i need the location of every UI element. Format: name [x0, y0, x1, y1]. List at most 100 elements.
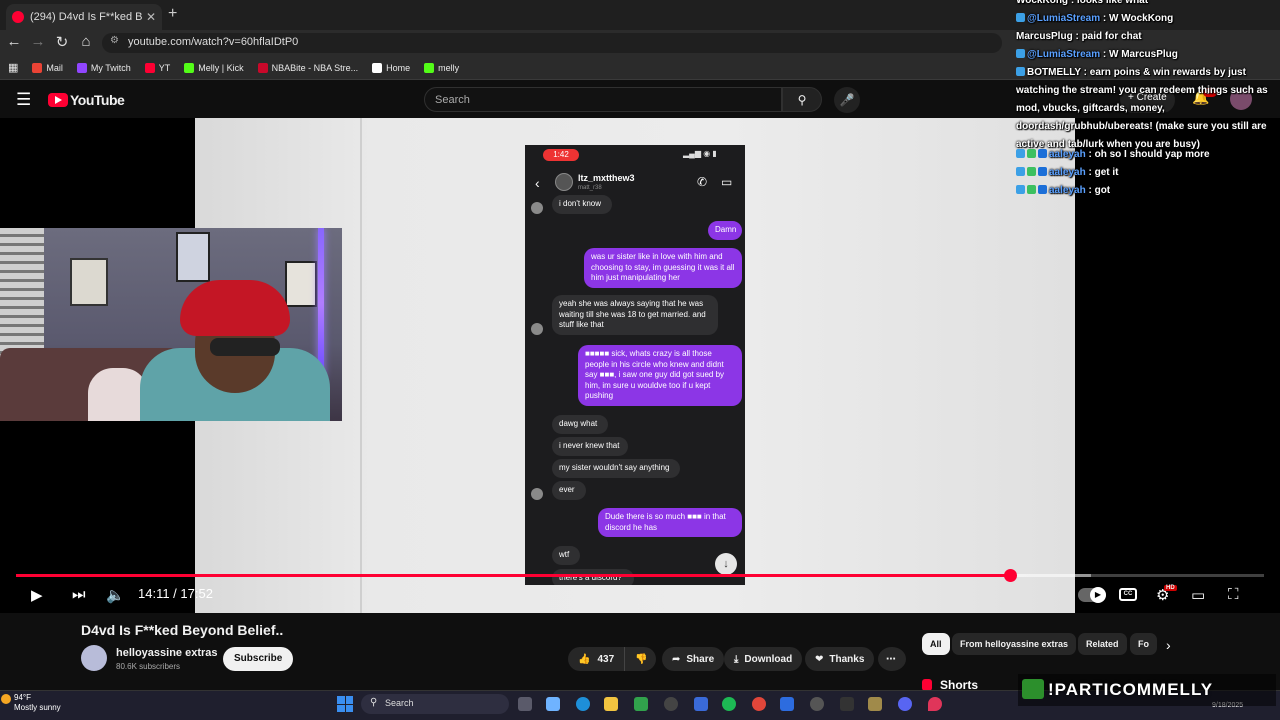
chat-badge-icon	[1027, 149, 1036, 158]
xbox-icon[interactable]	[634, 697, 648, 711]
new-tab-button[interactable]: +	[168, 5, 177, 23]
thumbs-down-icon: 👎	[635, 653, 648, 665]
copilot-icon[interactable]	[546, 697, 560, 711]
youtube-logo[interactable]: YouTube	[48, 92, 125, 108]
chat-badge-icon	[1016, 149, 1025, 158]
voice-search-button[interactable]: 🎤	[834, 87, 860, 113]
bookmark-label: YT	[158, 62, 171, 73]
bookmark-item[interactable]: Melly | Kick	[184, 62, 244, 73]
next-icon[interactable]: ⏭	[72, 586, 86, 603]
share-button[interactable]: ➦ Share	[662, 647, 725, 671]
browser-tab[interactable]: (294) D4vd Is F**ked Beyond Be ✕	[6, 4, 162, 30]
search-input[interactable]: Search	[424, 87, 782, 112]
filter-chip[interactable]: Fo	[1130, 633, 1157, 655]
received-message: dawg what	[552, 415, 608, 434]
spotify-icon[interactable]	[722, 697, 736, 711]
contact-avatar	[555, 173, 573, 191]
bookmark-item[interactable]: YT	[144, 62, 171, 73]
store-icon[interactable]	[694, 697, 708, 711]
share-label: Share	[686, 653, 715, 665]
dislike-button[interactable]: 👎	[624, 647, 656, 671]
taskbar-search[interactable]: Search	[361, 694, 509, 714]
youtube-favicon-icon	[12, 11, 24, 23]
thanks-button[interactable]: ❤ Thanks	[805, 647, 875, 671]
chat-username: @LumiaStream	[1027, 13, 1101, 24]
chat-text: : looks like what	[1068, 0, 1149, 6]
chat-text: : earn poins & win rewards by just watch…	[1016, 67, 1268, 150]
fullscreen-icon[interactable]: ⛶	[1228, 586, 1239, 603]
chat-username: aaleyah	[1049, 185, 1086, 196]
media-player-icon[interactable]	[810, 697, 824, 711]
chat-badge-icon	[1016, 49, 1025, 58]
chat-badge-icon	[1027, 167, 1036, 176]
play-icon[interactable]: ▶	[31, 586, 43, 604]
terminal-icon[interactable]	[840, 697, 854, 711]
menu-icon[interactable]: ☰	[16, 90, 31, 110]
theater-mode-icon[interactable]: ▭	[1191, 586, 1205, 604]
chat-badge-icon	[1016, 13, 1025, 22]
bookmark-label: NBABite - NBA Stre...	[271, 62, 359, 73]
chat-badge-icon	[1027, 185, 1036, 194]
chat-username: MarcusPlug	[1016, 31, 1073, 42]
file-explorer-icon[interactable]	[604, 697, 618, 711]
chevron-right-icon[interactable]: ›	[1166, 637, 1171, 653]
bookmark-item[interactable]: melly	[424, 62, 460, 73]
sent-message: ■■■■■ sick, whats crazy is all those peo…	[578, 345, 742, 406]
progress-played	[16, 574, 1011, 577]
bookmark-item[interactable]: Mail	[32, 62, 63, 73]
apps-grid-icon[interactable]: ▦	[8, 61, 18, 74]
map-pin-icon[interactable]	[928, 697, 942, 711]
bookmark-label: Melly | Kick	[198, 62, 244, 73]
task-view-icon[interactable]	[518, 697, 532, 711]
address-bar[interactable]: youtube.com/watch?v=60hflaIDtP0	[102, 33, 1002, 53]
sender-avatar	[531, 322, 543, 335]
filter-chip[interactable]: All	[922, 633, 950, 655]
channel-name[interactable]: helloyassine extras	[116, 647, 218, 659]
edge-icon[interactable]	[576, 697, 590, 711]
video-call-icon: ▭	[721, 175, 733, 189]
bookmark-favicon-icon	[372, 62, 383, 73]
download-label: Download	[744, 653, 793, 665]
bookmark-favicon-icon	[424, 62, 435, 73]
volume-icon[interactable]: 🔈	[106, 586, 125, 604]
photos-icon[interactable]	[780, 697, 794, 711]
chrome-icon[interactable]	[752, 697, 766, 711]
home-icon[interactable]: ⌂	[76, 33, 96, 50]
phone-call-icon: ✆	[697, 175, 708, 189]
autoplay-toggle[interactable]: ▶	[1078, 587, 1106, 603]
weather-widget[interactable]: 94°F Mostly sunny	[14, 693, 61, 713]
bookmark-label: Home	[386, 62, 411, 73]
app-icon[interactable]	[868, 697, 882, 711]
bookmark-favicon-icon	[32, 62, 43, 73]
more-actions-button[interactable]: ⋯	[878, 647, 906, 671]
start-windows-icon[interactable]	[337, 696, 353, 712]
site-info-icon[interactable]: ⚙	[110, 35, 119, 46]
discord-icon[interactable]	[898, 697, 912, 711]
chat-message: @LumiaStream : W MarcusPlug	[1016, 46, 1278, 64]
download-button[interactable]: ⤓ Download	[724, 647, 803, 671]
search-button[interactable]: ⚲	[782, 87, 822, 112]
channel-avatar[interactable]	[81, 645, 107, 671]
bookmark-label: melly	[438, 62, 460, 73]
like-button[interactable]: 👍 437	[568, 647, 624, 671]
received-message: yeah she was always saying that he was w…	[552, 295, 718, 335]
bookmark-item[interactable]: NBABite - NBA Stre...	[257, 62, 359, 73]
back-icon[interactable]: ←	[4, 33, 24, 50]
tab-close-icon[interactable]: ✕	[146, 10, 156, 24]
bookmark-item[interactable]: My Twitch	[76, 62, 131, 73]
reload-icon[interactable]: ↻	[52, 33, 72, 51]
received-message: i never knew that	[552, 437, 628, 456]
weather-temp: 94°F	[14, 693, 31, 702]
bookmark-item[interactable]: Home	[372, 62, 411, 73]
progress-scrubber[interactable]	[1004, 569, 1018, 582]
filter-chip[interactable]: From helloyassine extras	[952, 633, 1077, 655]
phone-status-icons: ▂▄▆ ◉ ▮	[683, 149, 717, 158]
filter-chip[interactable]: Related	[1078, 633, 1127, 655]
sender-avatar	[531, 487, 543, 500]
captions-icon[interactable]: CC	[1119, 588, 1137, 601]
chat-text: : oh so I should yap more	[1085, 149, 1210, 160]
thumbs-up-icon: 👍	[578, 653, 591, 665]
subscribe-button[interactable]: Subscribe	[223, 647, 294, 671]
forward-icon[interactable]: →	[28, 33, 48, 50]
obs-icon[interactable]	[664, 697, 678, 711]
